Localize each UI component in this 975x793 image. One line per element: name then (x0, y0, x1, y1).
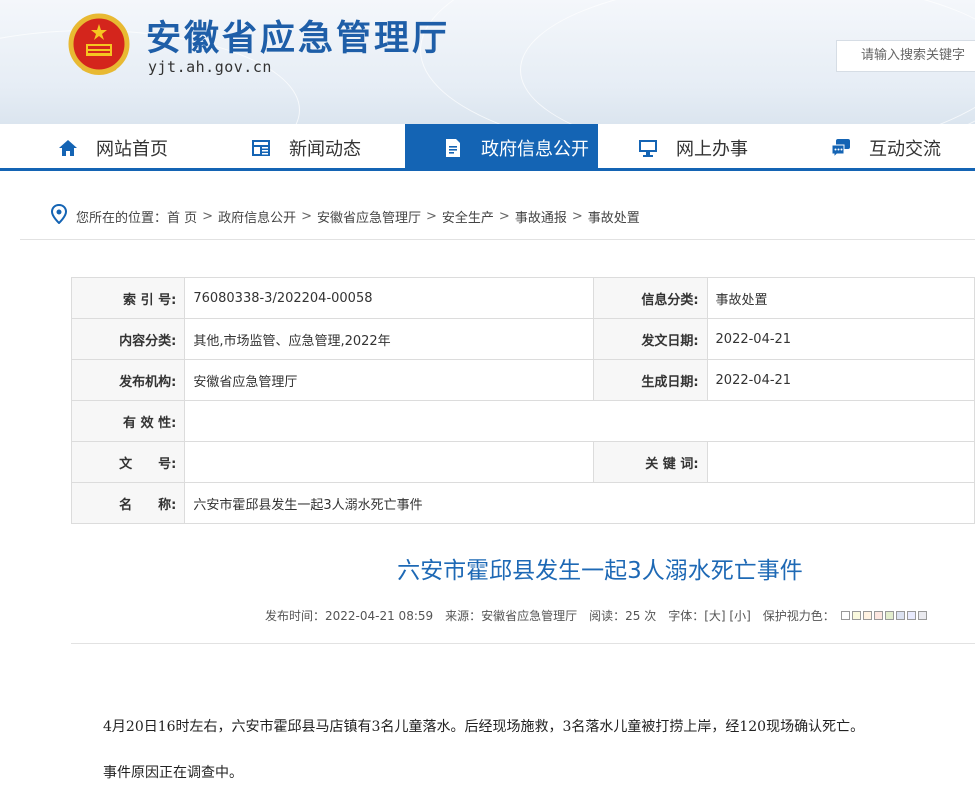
nav-item-interaction[interactable]: 互动交流 (831, 124, 975, 171)
breadcrumb-prefix: 您所在的位置： (76, 210, 168, 226)
nav-item-gov-info[interactable]: 政府信息公开 (405, 124, 598, 171)
index-value: 76080338-3/202204-00058 (184, 277, 595, 319)
monitor-icon (638, 138, 658, 158)
news-icon (251, 138, 271, 158)
breadcrumb-separator: > (571, 208, 583, 224)
site-header: 安徽省应急管理厅 yjt.ah.gov.cn 请输入搜索关键字 (0, 0, 975, 124)
nav-item-label: 政府信息公开 (481, 138, 589, 160)
home-icon (58, 138, 78, 158)
article-title: 六安市霍邱县发生一起3人溺水死亡事件 (397, 558, 803, 584)
main-nav: 网站首页 新闻动态 政府信息公开 网上办事 互动交流 (0, 124, 975, 171)
chat-icon (831, 138, 851, 158)
divider (71, 643, 975, 644)
publisher-value: 安徽省应急管理厅 (184, 359, 595, 401)
breadcrumb-separator: > (498, 208, 510, 224)
national-emblem-icon[interactable] (66, 12, 132, 80)
site-title[interactable]: 安徽省应急管理厅 (146, 10, 450, 61)
category-label: 信息分类: (593, 277, 708, 319)
publish-time: 发布时间：2022-04-21 08:59 (265, 609, 434, 623)
article-paragraph: 4月20日16时左右，六安市霍邱县马店镇有3名儿童落水。后经现场施救，3名落水儿… (103, 719, 865, 735)
issue-date-value: 2022-04-21 (706, 318, 975, 360)
search-input[interactable]: 请输入搜索关键字 (836, 40, 975, 72)
location-pin-icon (50, 203, 68, 228)
eye-protect-label: 保护视力色： (762, 609, 835, 623)
color-swatch[interactable] (895, 611, 905, 620)
breadcrumb-separator: > (202, 208, 214, 224)
view-count: 阅读：25 次 (589, 609, 657, 623)
breadcrumb-home[interactable]: 首 页 (167, 207, 197, 226)
table-row: 名 称: 六安市霍邱县发生一起3人溺水死亡事件 (70, 482, 975, 524)
doc-name-label: 名 称: (70, 482, 186, 524)
doc-number-value (184, 441, 595, 483)
validity-label: 有 效 性: (70, 400, 186, 442)
info-table: 索 引 号: 76080338-3/202204-00058 信息分类: 事故处… (70, 277, 975, 524)
color-swatch[interactable] (840, 611, 850, 620)
document-icon (443, 138, 463, 158)
nav-item-label: 互动交流 (869, 138, 941, 160)
breadcrumb: 您所在的位置： 首 页 > 政府信息公开 > 安徽省应急管理厅 > 安全生产 >… (50, 203, 640, 228)
article-paragraph: 事件原因正在调查中。 (103, 765, 243, 781)
breadcrumb-gov-info[interactable]: 政府信息公开 (218, 207, 296, 226)
color-swatch[interactable] (873, 611, 883, 620)
color-swatch[interactable] (917, 611, 927, 620)
color-swatch[interactable] (851, 611, 861, 620)
breadcrumb-department[interactable]: 安徽省应急管理厅 (317, 207, 421, 226)
keyword-label: 关 键 词: (593, 441, 708, 483)
color-swatch[interactable] (906, 611, 916, 620)
breadcrumb-accident-report[interactable]: 事故通报 (515, 207, 567, 226)
font-size-control[interactable]: 字体：[大] [小] (668, 607, 751, 624)
publisher-label: 发布机构: (70, 359, 186, 401)
index-label: 索 引 号: (70, 277, 186, 319)
breadcrumb-separator: > (426, 208, 437, 224)
eye-protect-swatches (840, 611, 929, 620)
breadcrumb-accident-handling[interactable]: 事故处置 (588, 207, 640, 226)
nav-item-home[interactable]: 网站首页 (58, 124, 208, 171)
keyword-value (706, 441, 975, 483)
nav-item-label: 网站首页 (96, 138, 168, 160)
color-swatch[interactable] (862, 611, 872, 620)
content-category-label: 内容分类: (70, 318, 186, 360)
generated-date-label: 生成日期: (593, 359, 708, 401)
generated-date-value: 2022-04-21 (706, 359, 975, 401)
table-row: 文 号: 关 键 词: (70, 441, 975, 483)
table-row: 发布机构: 安徽省应急管理厅 生成日期: 2022-04-21 (70, 359, 975, 401)
doc-name-value: 六安市霍邱县发生一起3人溺水死亡事件 (184, 482, 975, 524)
article-source: 来源：安徽省应急管理厅 (445, 609, 578, 623)
table-row: 内容分类: 其他,市场监管、应急管理,2022年 发文日期: 2022-04-2… (70, 318, 975, 360)
doc-number-label: 文 号: (70, 441, 186, 483)
breadcrumb-safety[interactable]: 安全生产 (442, 207, 494, 226)
issue-date-label: 发文日期: (593, 318, 708, 360)
article-meta: 发布时间：2022-04-21 08:59 来源：安徽省应急管理厅 阅读：25 … (265, 607, 929, 624)
table-row: 索 引 号: 76080338-3/202204-00058 信息分类: 事故处… (70, 277, 975, 319)
nav-item-label: 新闻动态 (289, 138, 361, 160)
color-swatch[interactable] (884, 611, 894, 620)
site-domain: yjt.ah.gov.cn (148, 58, 272, 76)
table-row: 有 效 性: (70, 400, 975, 442)
validity-value (184, 400, 975, 442)
nav-item-online-service[interactable]: 网上办事 (638, 124, 788, 171)
content-category-value: 其他,市场监管、应急管理,2022年 (184, 318, 595, 360)
breadcrumb-separator: > (301, 208, 312, 224)
nav-item-label: 网上办事 (676, 138, 748, 160)
nav-item-news[interactable]: 新闻动态 (251, 124, 401, 171)
category-value: 事故处置 (706, 277, 975, 319)
breadcrumb-bar: 您所在的位置： 首 页 > 政府信息公开 > 安徽省应急管理厅 > 安全生产 >… (20, 188, 975, 240)
